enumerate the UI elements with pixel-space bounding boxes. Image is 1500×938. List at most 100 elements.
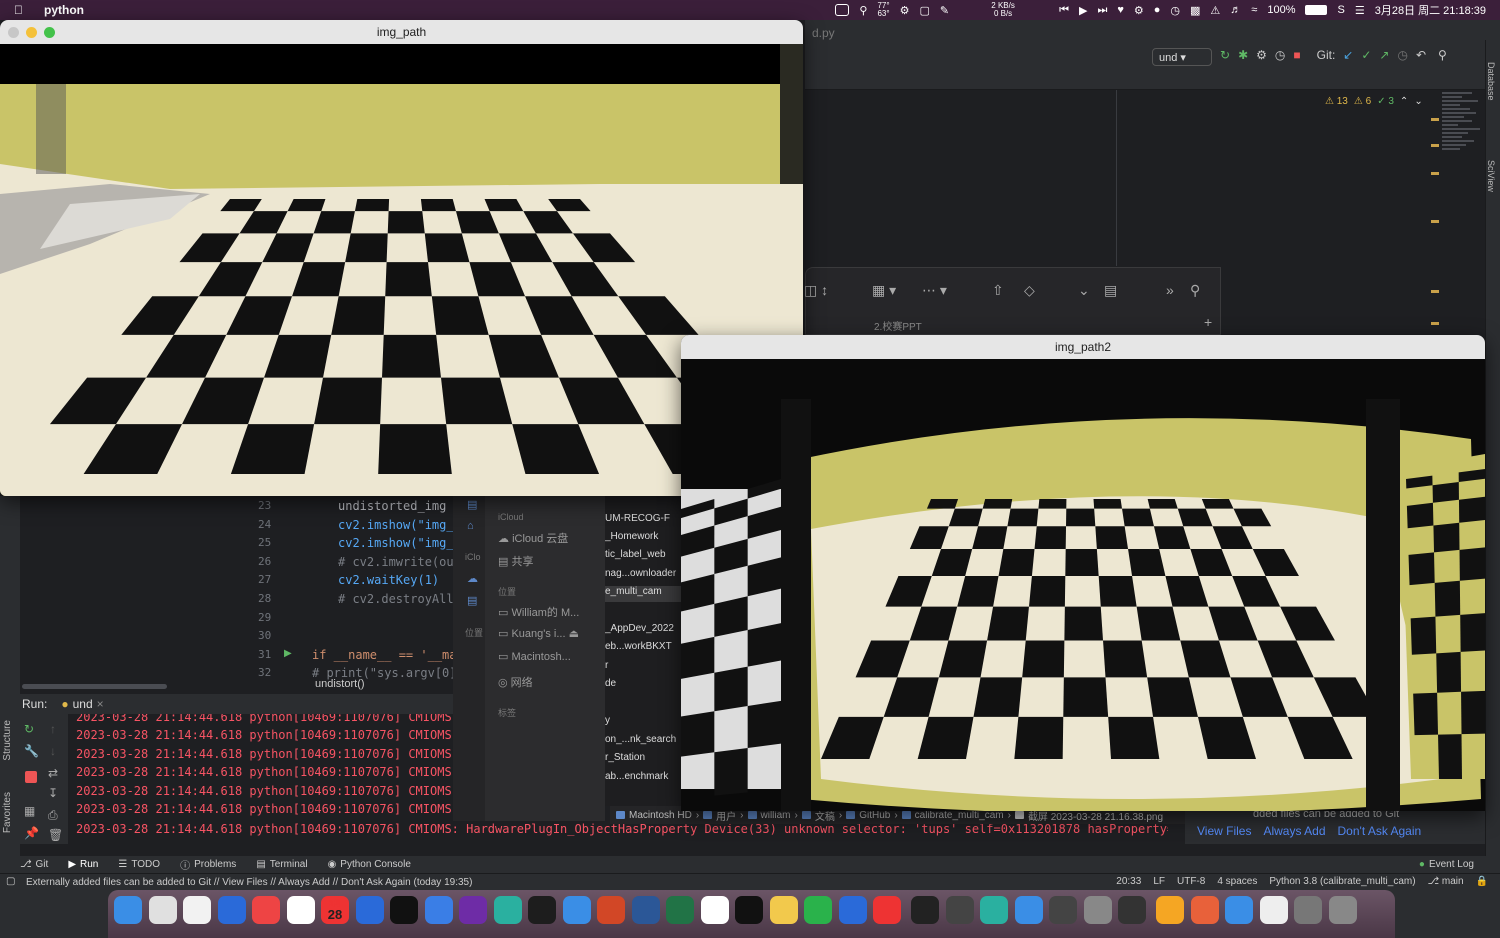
down-icon[interactable]: ↓: [50, 744, 56, 758]
history-icon[interactable]: ◷: [1397, 48, 1407, 62]
lock-icon[interactable]: 🔒: [1476, 876, 1488, 887]
more-icon[interactable]: ⋯ ▾: [922, 282, 947, 299]
volume-icon[interactable]: ♬: [1230, 4, 1241, 16]
indent-setting[interactable]: 4 spaces: [1217, 876, 1257, 887]
minimize-button[interactable]: [26, 27, 37, 38]
file-item[interactable]: UM-RECOG-F: [605, 513, 681, 524]
dock-app-icon[interactable]: [911, 896, 939, 924]
cloud-icon[interactable]: ☁: [467, 572, 478, 585]
calendar-icon[interactable]: 3月 28: [321, 896, 349, 924]
dock-app-icon[interactable]: [114, 896, 142, 924]
tab-terminal[interactable]: ▤ Terminal: [256, 859, 307, 870]
tab-problems[interactable]: ⓘ Problems: [180, 857, 236, 872]
heart-icon[interactable]: ♥: [1117, 4, 1124, 16]
git-update-icon[interactable]: ↙: [1343, 48, 1353, 62]
home-icon[interactable]: ⌂: [467, 520, 474, 532]
file-item[interactable]: _AppDev_2022: [605, 623, 681, 634]
soft-wrap-icon[interactable]: ⇄: [48, 766, 58, 780]
dock-app-icon[interactable]: [1225, 896, 1253, 924]
file-item[interactable]: _Homework: [605, 531, 681, 542]
file-item[interactable]: tic_label_web: [605, 549, 681, 560]
search-everywhere-icon[interactable]: ⚲: [1438, 48, 1447, 62]
add-tab-icon[interactable]: +: [1204, 314, 1212, 330]
folder-icon[interactable]: ▤: [467, 498, 477, 511]
prev-track-icon[interactable]: ⏮: [1059, 4, 1069, 17]
dock-app-icon[interactable]: [1118, 896, 1146, 924]
file-item[interactable]: r_Station: [605, 752, 681, 763]
dock-app-icon[interactable]: [1294, 896, 1322, 924]
dock-app-icon[interactable]: [1014, 896, 1043, 924]
dock-app-icon[interactable]: [493, 896, 522, 924]
dock-app-icon[interactable]: [183, 896, 211, 924]
caret-position[interactable]: 20:33: [1116, 876, 1141, 887]
battery-icon[interactable]: [1305, 5, 1328, 15]
clock-icon[interactable]: ◷: [1170, 4, 1180, 17]
tab-todo[interactable]: ☰ TODO: [118, 859, 160, 870]
file-item[interactable]: ab...enchmark: [605, 771, 681, 782]
trash-icon[interactable]: 🗑: [48, 828, 63, 842]
database-tab[interactable]: Database: [1486, 62, 1496, 101]
run-tab[interactable]: und: [73, 697, 93, 711]
path-segment[interactable]: Macintosh HD: [629, 810, 692, 821]
run-config-select[interactable]: und ▾: [1152, 48, 1212, 66]
print-icon[interactable]: ⎙: [48, 808, 58, 823]
datetime[interactable]: 3月28日 周二 21:18:39: [1375, 2, 1486, 18]
dock-app-icon[interactable]: [424, 896, 453, 924]
expand-icon[interactable]: »: [1166, 282, 1174, 298]
structure-tab[interactable]: Structure: [2, 720, 13, 761]
file-item[interactable]: de: [605, 678, 681, 689]
file-item[interactable]: nag...ownloader: [605, 568, 681, 579]
dock-app-icon[interactable]: [945, 896, 974, 924]
inspection-widget[interactable]: ⚠ 13 ⚠ 6 ✓ 3 ⌃ ⌄: [1325, 96, 1423, 107]
dock-app-icon[interactable]: [1190, 896, 1219, 924]
screen-icon[interactable]: [835, 4, 850, 16]
dock-app-icon[interactable]: [390, 896, 418, 924]
memory-icon[interactable]: ▩: [1190, 4, 1200, 17]
sidebar-item-mac[interactable]: ▭ William的 M...: [498, 604, 579, 620]
app-name[interactable]: python: [44, 3, 84, 17]
error-stripe-mark[interactable]: [1431, 290, 1439, 293]
s-app-icon[interactable]: S: [1337, 4, 1344, 16]
dock-app-icon[interactable]: [804, 896, 832, 924]
error-stripe-mark[interactable]: [1431, 220, 1439, 223]
folder-icon[interactable]: ▤: [467, 594, 477, 607]
wifi-icon[interactable]: ≈: [1251, 4, 1257, 16]
line-separator[interactable]: LF: [1153, 876, 1165, 887]
layout-icon[interactable]: ▦: [24, 804, 35, 818]
editor-tab[interactable]: d.py: [812, 26, 835, 40]
image-window-img-path2[interactable]: img_path2: [681, 335, 1485, 811]
sidebar-item-icloud-drive[interactable]: ☁ iCloud 云盘: [498, 530, 568, 546]
next-track-icon[interactable]: ⏭: [1097, 4, 1107, 17]
settings-icon[interactable]: ⚙: [1134, 4, 1144, 17]
play-icon[interactable]: ▶: [1079, 4, 1087, 17]
git-push-icon[interactable]: ↗: [1379, 48, 1389, 62]
file-encoding[interactable]: UTF-8: [1177, 876, 1205, 887]
path-segment[interactable]: william: [761, 810, 791, 821]
debug-icon[interactable]: ✱: [1238, 48, 1248, 62]
view-options-icon[interactable]: ▦ ▾: [872, 282, 896, 299]
error-stripe-mark[interactable]: [1431, 144, 1439, 147]
zoom-button[interactable]: [44, 27, 55, 38]
dock-app-icon[interactable]: [597, 896, 625, 924]
breadcrumb[interactable]: undistort(): [315, 678, 365, 690]
file-item[interactable]: r: [605, 660, 681, 671]
dock-app-icon[interactable]: [459, 896, 487, 924]
sidebar-item-shared[interactable]: ▤ 共享: [498, 553, 533, 569]
dock-app-icon[interactable]: [1049, 896, 1077, 924]
dock-app-icon[interactable]: [1083, 896, 1112, 924]
next-highlight-icon[interactable]: ⌄: [1414, 96, 1422, 107]
file-item[interactable]: y: [605, 715, 681, 726]
tab-run[interactable]: ▶ Run: [68, 859, 98, 870]
pen-icon[interactable]: ✎: [940, 4, 949, 17]
dock-app-icon[interactable]: [528, 896, 556, 924]
path-segment[interactable]: GitHub: [859, 810, 890, 821]
rollback-icon[interactable]: ↶: [1416, 48, 1426, 62]
tab-git[interactable]: ⎇ Git: [20, 859, 48, 870]
dock-app-icon[interactable]: [1328, 896, 1357, 924]
dock-app-icon[interactable]: [769, 896, 798, 924]
dock-app-icon[interactable]: [286, 896, 315, 924]
close-button[interactable]: [8, 27, 19, 38]
up-icon[interactable]: ↑: [50, 722, 56, 736]
finder-folder-label[interactable]: 2.校赛PPT: [874, 318, 922, 333]
wechat-icon[interactable]: ●: [1154, 4, 1161, 16]
